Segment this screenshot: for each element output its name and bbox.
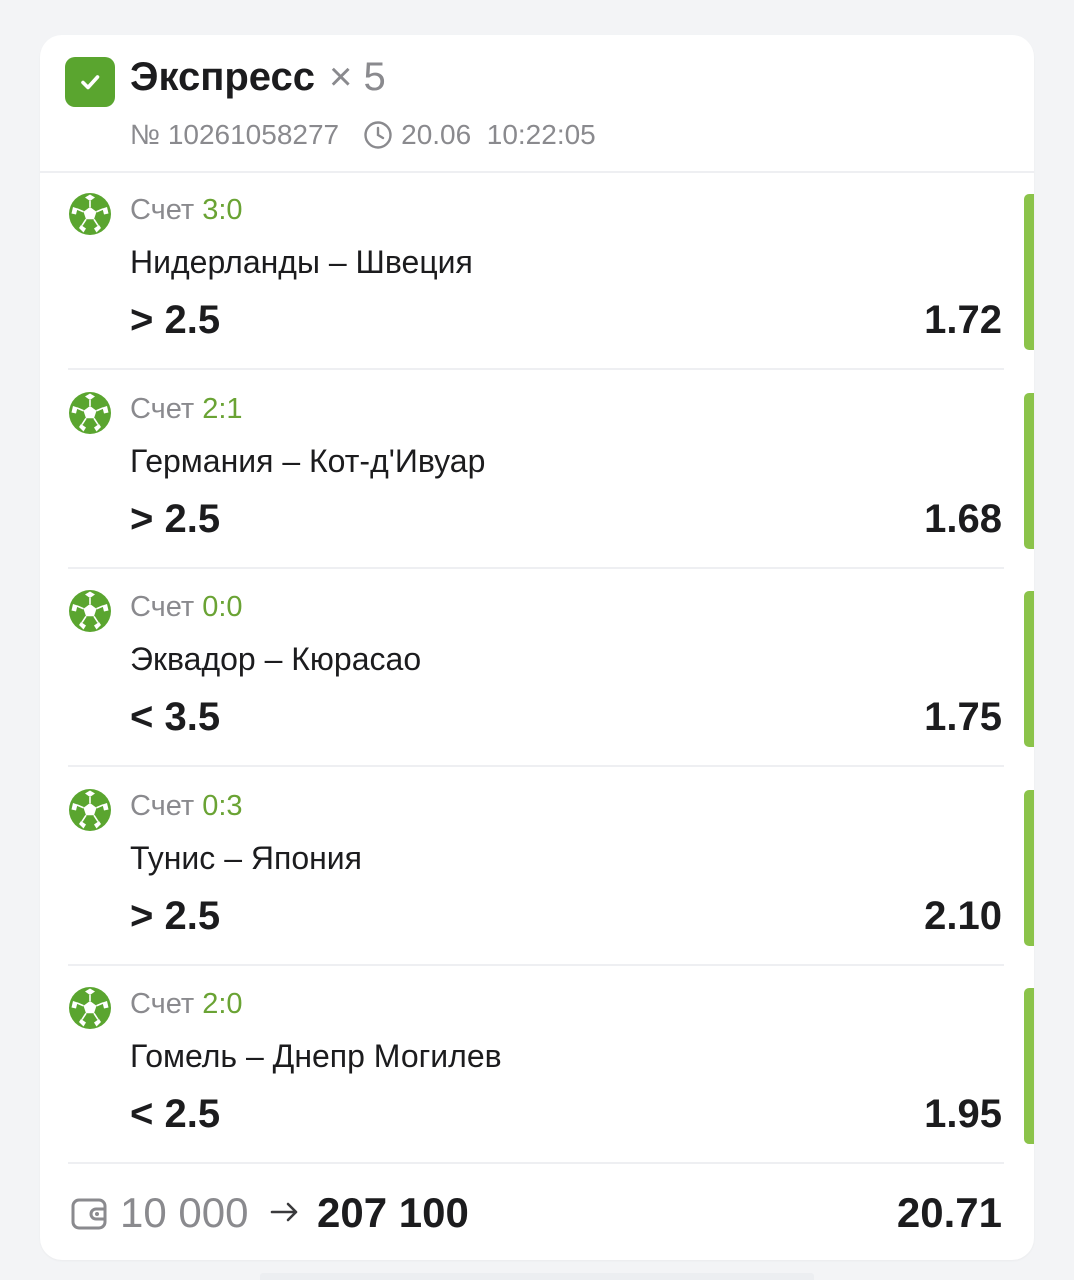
score-label: Счет: [130, 988, 195, 1021]
match-teams: Нидерланды – Швеция: [130, 244, 473, 280]
match-teams: Тунис – Япония: [130, 839, 362, 876]
match-score: 0:3: [202, 789, 243, 822]
bet-odds: 1.72: [924, 298, 1002, 342]
score-line: Счет 0:3: [130, 790, 243, 823]
score-label: Счет: [130, 789, 195, 822]
bet-header: Экспресс × 5 № 10261058277 20.06 10:22:0…: [40, 35, 1034, 173]
bet-number: № 10261058277: [130, 119, 340, 150]
win-status-bar: [1024, 194, 1034, 350]
bet-odds: 1.68: [924, 496, 1002, 541]
bet-summary: 10 000 207 100 20.71: [40, 1165, 1034, 1260]
win-status-bar: [1024, 392, 1034, 549]
score-line: Счет 3:0: [130, 194, 243, 227]
bet-selection: > 2.5: [130, 298, 221, 342]
bet-selection: > 2.5: [130, 496, 221, 541]
match-score: 3:0: [202, 194, 243, 226]
score-label: Счет: [130, 194, 195, 226]
win-status-bar: [1024, 591, 1034, 748]
next-card-edge: [260, 1273, 814, 1280]
bet-selection: < 2.5: [130, 1092, 221, 1137]
bet-selection: < 3.5: [130, 695, 221, 740]
soccer-ball-icon: [69, 590, 111, 633]
bet-selection: > 2.5: [130, 893, 221, 938]
bet-row[interactable]: Счет 0:0 Эквадор – Кюрасао < 3.5 1.75: [40, 569, 1034, 768]
bet-card[interactable]: Экспресс × 5 № 10261058277 20.06 10:22:0…: [40, 35, 1034, 1260]
soccer-ball-icon: [69, 788, 111, 831]
bet-row[interactable]: Счет 0:3 Тунис – Япония > 2.5 2.10: [40, 768, 1034, 966]
soccer-ball-icon: [69, 193, 111, 235]
bet-row[interactable]: Счет 2:0 Гомель – Днепр Могилев < 2.5 1.9…: [40, 966, 1034, 1165]
match-teams: Германия – Кот-д'Ивуар: [130, 442, 486, 479]
soccer-ball-icon: [69, 987, 111, 1030]
total-odds: 20.71: [896, 1189, 1002, 1236]
score-label: Счет: [130, 591, 195, 624]
match-score: 2:0: [202, 988, 243, 1021]
bet-count: × 5: [329, 55, 386, 99]
win-status-bar: [1024, 988, 1034, 1145]
bet-odds: 1.95: [924, 1092, 1002, 1137]
bet-row[interactable]: Счет 3:0 Нидерланды – Швеция > 2.5 1.72: [40, 172, 1034, 370]
bet-odds: 2.10: [924, 893, 1002, 938]
wallet-icon: [71, 1198, 107, 1230]
match-score: 2:1: [202, 392, 243, 425]
bet-type-title: Экспресс: [130, 55, 315, 99]
arrow-right-icon: [270, 1202, 298, 1222]
score-line: Счет 0:0: [130, 591, 243, 624]
score-line: Счет 2:1: [130, 393, 243, 426]
soccer-ball-icon: [69, 391, 111, 434]
clock-icon: [363, 120, 393, 150]
stake-amount: 10 000: [120, 1189, 249, 1236]
score-label: Счет: [130, 392, 195, 425]
bet-row[interactable]: Счет 2:1 Германия – Кот-д'Ивуар > 2.5 1.6…: [40, 371, 1034, 569]
bet-odds: 1.75: [924, 695, 1002, 740]
match-teams: Эквадор – Кюрасао: [130, 641, 422, 678]
match-score: 0:0: [202, 591, 243, 624]
payout-amount: 207 100: [317, 1189, 469, 1236]
win-status-bar: [1024, 789, 1034, 946]
bet-datetime: 20.06 10:22:05: [401, 119, 596, 150]
match-teams: Гомель – Днепр Могилев: [130, 1038, 502, 1075]
check-icon: [65, 57, 115, 107]
score-line: Счет 2:0: [130, 988, 243, 1021]
